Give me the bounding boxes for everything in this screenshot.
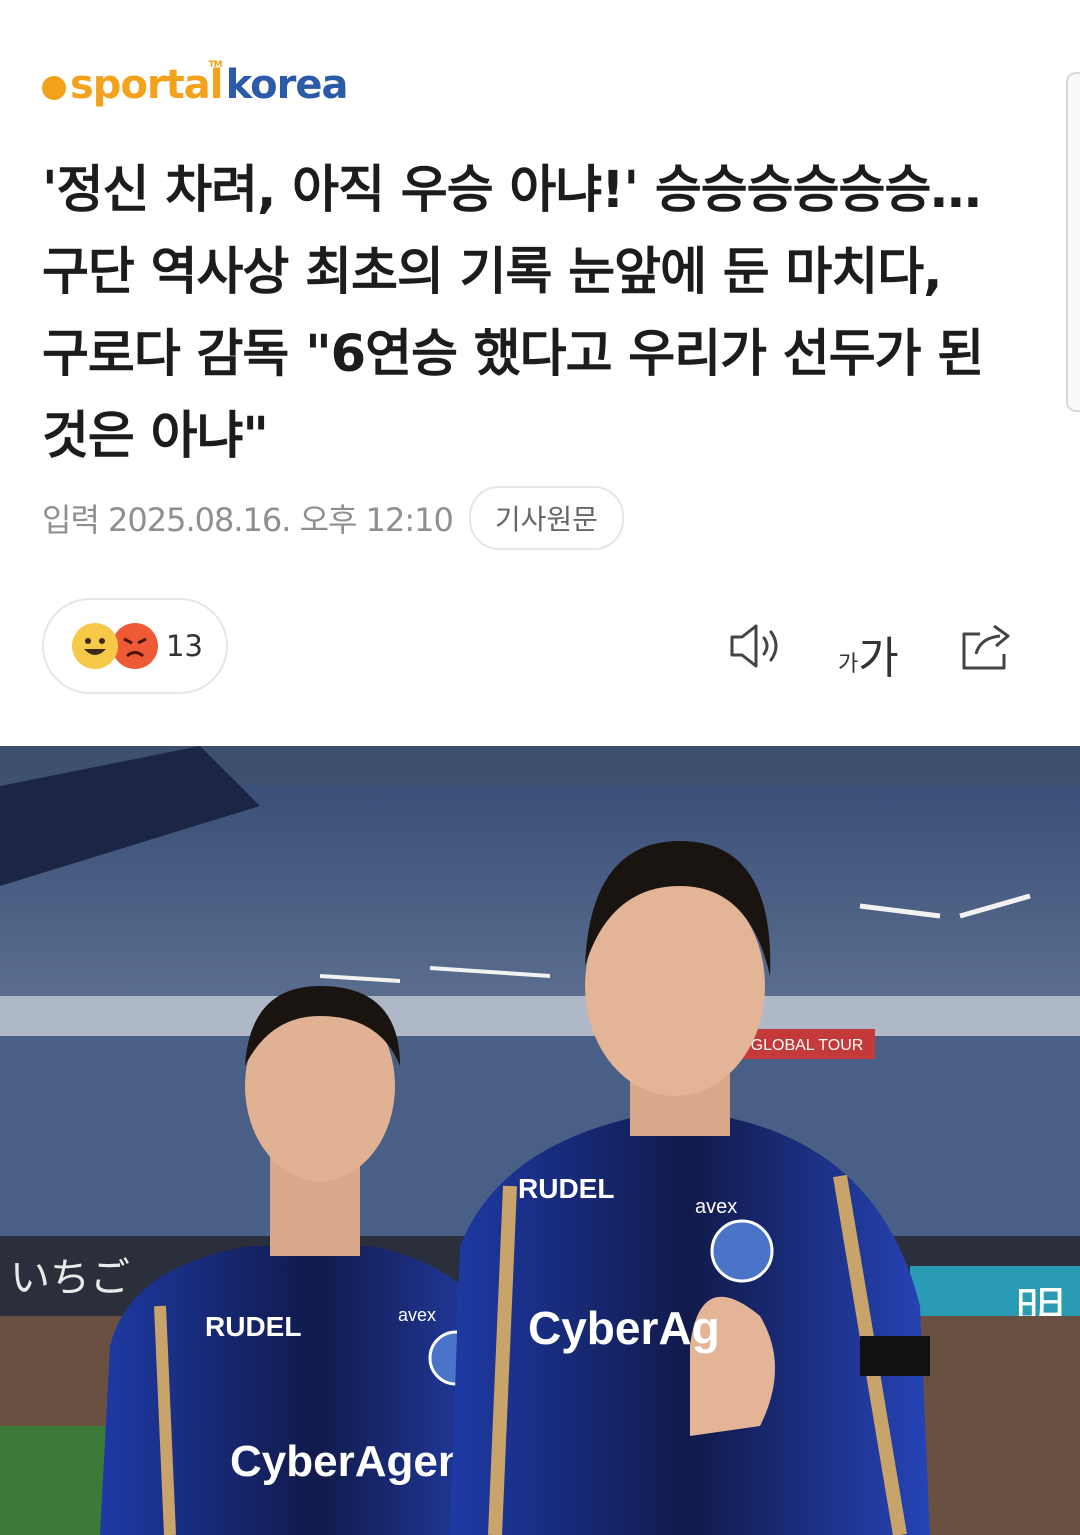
article-headline: '정신 차려, 아직 우승 아냐!' 승승승승승승…구단 역사상 최초의 기록 … xyxy=(42,161,984,466)
article-meta: 입력 2025.08.16. 오후 12:10 기사원문 xyxy=(42,486,624,550)
reaction-count: 13 xyxy=(166,629,203,663)
jersey-right-cyberagent: CyberAg xyxy=(528,1302,720,1354)
article-page: sport al TM korea '정신 차려, 아직 우승 아냐!' 승승승… xyxy=(0,0,1080,1535)
jersey-right-sponsor: RUDEL xyxy=(518,1173,614,1204)
logo-text-korea: korea xyxy=(225,62,349,108)
logo-dot xyxy=(42,76,66,100)
font-small-label: 가 xyxy=(838,652,859,677)
sign-left-text: いちご xyxy=(10,1255,130,1301)
article-photo[interactable]: GLOBAL TOUR いちご 明 RUDEL avex CyberAgent xyxy=(0,746,1080,1535)
font-size-button[interactable]: 가가 xyxy=(838,622,899,686)
stand-divider xyxy=(0,996,1080,1036)
reaction-button[interactable]: 13 xyxy=(42,598,228,694)
sponsor-board-text: GLOBAL TOUR xyxy=(751,1037,864,1054)
sportalkorea-logo[interactable]: sport al TM korea xyxy=(42,60,349,108)
jersey-left-avex: avex xyxy=(398,1305,436,1325)
angry-emoji-icon xyxy=(112,623,158,669)
jersey-right-avex: avex xyxy=(695,1196,737,1218)
logo-text-sport: sport xyxy=(70,62,185,108)
share-icon[interactable] xyxy=(958,620,1014,672)
tts-speaker-icon[interactable] xyxy=(728,620,786,672)
font-large-label: 가 xyxy=(858,633,899,684)
side-panel-edge[interactable] xyxy=(1066,72,1080,412)
happy-emoji-icon xyxy=(72,623,118,669)
published-date: 입력 2025.08.16. 오후 12:10 xyxy=(42,501,454,539)
logo-tm: TM xyxy=(208,60,222,70)
jersey-left-cyberagent: CyberAgent xyxy=(230,1437,480,1486)
original-article-button[interactable]: 기사원문 xyxy=(468,486,624,550)
jersey-left-sponsor: RUDEL xyxy=(205,1311,301,1342)
